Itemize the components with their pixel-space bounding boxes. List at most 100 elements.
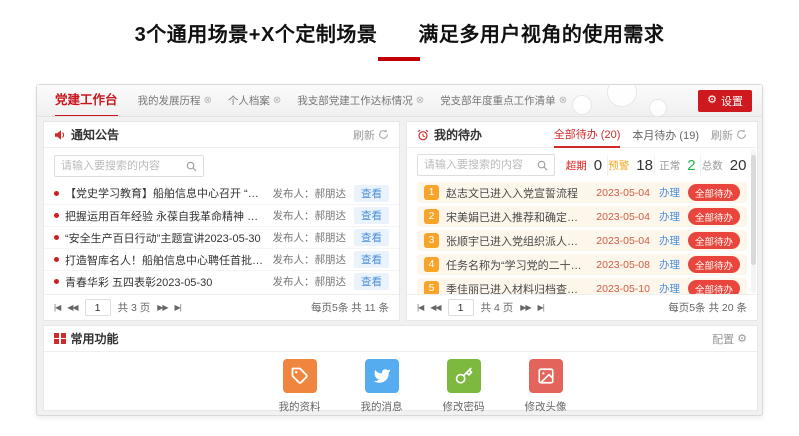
todos-header: 我的待办 全部待办 (20) 本月待办 (19) 刷新 <box>407 122 757 148</box>
quick-item-label: 修改头像 <box>525 399 567 414</box>
todo-row[interactable]: 3 张顺宇已进入党组织派人谈话流程 2023-05-04 办理 全部待办 <box>417 230 747 251</box>
quick-item-avatar[interactable]: 修改头像 <box>518 359 574 414</box>
window-tab-branch-standard[interactable]: 我支部党建工作达标情况 ⊗ <box>297 93 424 108</box>
stat-label: 预警 <box>608 158 629 173</box>
notices-list: 【党史学习教育】船舶信息中心召开 “百年船承•接力逐梦”五四青年座谈会202..… <box>44 182 399 292</box>
todos-title: 我的待办 <box>434 126 482 143</box>
stat-value: 2 <box>687 157 695 174</box>
bullet-dot-icon <box>54 279 59 284</box>
notice-title: 把握运用百年经验 永葆自我革命精神 为开启一流智库建设新局面提供坚强保... <box>65 208 265 224</box>
search-icon[interactable] <box>537 160 548 171</box>
scrollbar-track[interactable] <box>751 149 756 293</box>
last-page-button[interactable]: ▶| <box>175 303 181 312</box>
notice-row[interactable]: “安全生产百日行动”主题宣讲2023-05-30 发布人：郝朋达 查看 <box>44 226 399 248</box>
todo-date: 2023-05-04 <box>596 187 650 199</box>
notice-row[interactable]: 把握运用百年经验 永葆自我革命精神 为开启一流智库建设新局面提供坚强保... 发… <box>44 204 399 226</box>
first-page-button[interactable]: |◀ <box>417 303 423 312</box>
todo-title: 张顺宇已进入党组织派人谈话流程 <box>446 233 587 249</box>
todos-search-input[interactable] <box>418 159 537 171</box>
close-icon[interactable]: ⊗ <box>559 96 567 106</box>
stat-total: 总数 20 <box>701 155 747 176</box>
notices-refresh-button[interactable]: 刷新 <box>353 127 389 143</box>
todo-scope-badge: 全部待办 <box>688 208 740 225</box>
decorative-circle <box>649 99 667 117</box>
notices-search <box>54 155 204 177</box>
notice-title: 【党史学习教育】船舶信息中心召开 “百年船承•接力逐梦”五四青年座谈会202..… <box>65 185 265 201</box>
quick-item-label: 我的资料 <box>279 399 321 414</box>
tab-all-todos[interactable]: 全部待办 (20) <box>554 121 621 148</box>
notice-row[interactable]: 青春华彩 五四表彰2023-05-30 发布人：郝朋达 查看 <box>44 270 399 292</box>
tab-label: 党支部年度重点工作清单 <box>440 93 556 108</box>
view-button[interactable]: 查看 <box>354 185 389 202</box>
close-icon[interactable]: ⊗ <box>204 96 212 106</box>
stat-value: 0 <box>594 157 602 174</box>
last-page-button[interactable]: ▶| <box>538 303 544 312</box>
config-label: 配置 <box>712 331 734 347</box>
brand-tab[interactable]: 党建工作台 <box>55 85 118 117</box>
settings-button[interactable]: ⚙ 设置 <box>698 90 752 112</box>
first-page-button[interactable]: |◀ <box>54 303 60 312</box>
speaker-icon <box>54 129 66 141</box>
close-icon[interactable]: ⊗ <box>416 96 424 106</box>
todo-row[interactable]: 2 宋美娟已进入推荐和确定入党积极分子流程 2023-05-04 办理 全部待办 <box>417 206 747 227</box>
next-page-button[interactable]: ▶▶ <box>520 303 530 312</box>
todo-number-badge: 2 <box>424 209 439 224</box>
todos-pagination: |◀ ◀◀ 共 4 页 ▶▶ ▶| 每页5条 共 20 条 <box>407 294 757 320</box>
notices-pagination: |◀ ◀◀ 共 3 页 ▶▶ ▶| 每页5条 共 11 条 <box>44 294 399 320</box>
close-icon[interactable]: ⊗ <box>273 96 281 106</box>
notice-row[interactable]: 打造智库名人！船舶信息中心聘任首批高级专家2023-05-30 发布人：郝朋达 … <box>44 248 399 270</box>
notice-row[interactable]: 【党史学习教育】船舶信息中心召开 “百年船承•接力逐梦”五四青年座谈会202..… <box>44 182 399 204</box>
todo-date: 2023-05-10 <box>596 283 650 295</box>
handle-link[interactable]: 办理 <box>659 185 680 200</box>
page-input[interactable] <box>85 299 111 316</box>
todo-title: 任务名称为“学习党的二十大，践行新使命新任务”的任务需要处理 <box>446 257 587 273</box>
stat-warning: 预警 18 <box>608 155 655 176</box>
scrollbar-thumb[interactable] <box>751 155 756 265</box>
view-button[interactable]: 查看 <box>354 251 389 268</box>
page-input[interactable] <box>448 299 474 316</box>
title-underline <box>378 57 420 61</box>
prev-page-button[interactable]: ◀◀ <box>67 303 77 312</box>
prev-page-button[interactable]: ◀◀ <box>430 303 440 312</box>
handle-link[interactable]: 办理 <box>659 257 680 272</box>
notices-title: 通知公告 <box>71 126 119 143</box>
todos-refresh-button[interactable]: 刷新 <box>711 127 747 143</box>
next-page-button[interactable]: ▶▶ <box>157 303 167 312</box>
config-button[interactable]: 配置 ⚙ <box>712 331 747 347</box>
todo-row[interactable]: 1 赵志文已进入入党宣誓流程 2023-05-04 办理 全部待办 <box>417 182 747 203</box>
quick-item-label: 修改密码 <box>443 399 485 414</box>
search-icon[interactable] <box>186 161 197 172</box>
stat-label: 超期 <box>566 158 587 173</box>
view-button[interactable]: 查看 <box>354 273 389 290</box>
notices-search-input[interactable] <box>55 160 186 172</box>
window-tab-annual-worklist[interactable]: 党支部年度重点工作清单 ⊗ <box>440 93 567 108</box>
window-header: 党建工作台 我的发展历程 ⊗ 个人档案 ⊗ 我支部党建工作达标情况 ⊗ 党支部年… <box>37 85 762 117</box>
quick-item-password[interactable]: 修改密码 <box>436 359 492 414</box>
refresh-label: 刷新 <box>353 127 375 143</box>
tab-month-todos[interactable]: 本月待办 (19) <box>632 122 699 147</box>
bullet-dot-icon <box>54 191 59 196</box>
view-button[interactable]: 查看 <box>354 229 389 246</box>
notice-title: 打造智库名人！船舶信息中心聘任首批高级专家2023-05-30 <box>65 252 265 268</box>
key-icon <box>447 359 481 393</box>
view-button[interactable]: 查看 <box>354 207 389 224</box>
alarm-clock-icon <box>417 129 429 141</box>
handle-link[interactable]: 办理 <box>659 209 680 224</box>
quick-item-label: 我的消息 <box>361 399 403 414</box>
gear-icon: ⚙ <box>707 95 717 106</box>
todo-row[interactable]: 4 任务名称为“学习党的二十大，践行新使命新任务”的任务需要处理 2023-05… <box>417 254 747 275</box>
notices-header: 通知公告 刷新 <box>44 122 399 148</box>
window-tab-dev-history[interactable]: 我的发展历程 ⊗ <box>138 93 212 108</box>
window-tab-personal-file[interactable]: 个人档案 ⊗ <box>228 93 281 108</box>
todos-list: 1 赵志文已进入入党宣誓流程 2023-05-04 办理 全部待办 2 宋美娟已… <box>407 180 757 299</box>
quick-item-messages[interactable]: 我的消息 <box>354 359 410 414</box>
notice-title: “安全生产百日行动”主题宣讲2023-05-30 <box>65 230 265 246</box>
stat-label: 正常 <box>659 158 680 173</box>
tab-label: 我支部党建工作达标情况 <box>297 93 413 108</box>
tab-label: 个人档案 <box>228 93 270 108</box>
todos-panel: 我的待办 全部待办 (20) 本月待办 (19) 刷新 <box>406 121 758 321</box>
stat-value: 20 <box>730 157 747 174</box>
quick-item-profile[interactable]: 我的资料 <box>272 359 328 414</box>
total-pages-label: 共 4 页 <box>481 300 514 315</box>
handle-link[interactable]: 办理 <box>659 233 680 248</box>
